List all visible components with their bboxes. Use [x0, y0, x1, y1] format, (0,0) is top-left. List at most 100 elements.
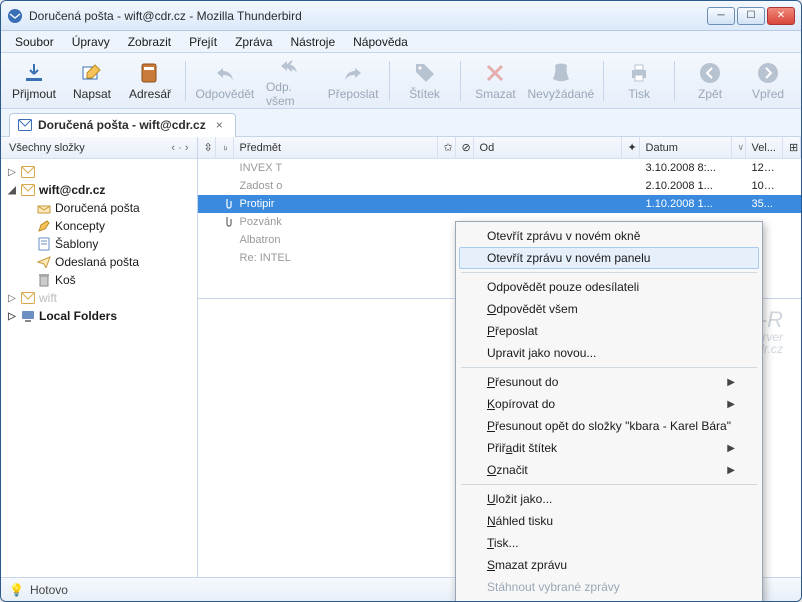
- menu-item[interactable]: Kopírovat do▶: [459, 393, 759, 415]
- toolbar-label: Smazat: [475, 87, 516, 101]
- menu-item[interactable]: Uložit jako...: [459, 488, 759, 510]
- attachment-icon: [216, 216, 234, 228]
- cell-c-subj: Re: INTEL: [234, 252, 438, 264]
- message-row[interactable]: INVEX T3.10.2008 8:...12KB: [198, 159, 801, 177]
- col-starred[interactable]: ✩: [438, 137, 456, 158]
- twisty-icon[interactable]: ▷: [7, 311, 17, 322]
- menu-item-label: Přesunout do: [487, 375, 558, 389]
- toolbar-pijmout[interactable]: Přijmout: [7, 57, 61, 105]
- message-row[interactable]: Protipir1.10.2008 1...35...: [198, 195, 801, 213]
- folder-tree: ▷ ◢ wift@cdr.cz Doručená poštaKonceptyŠablo…: [1, 159, 197, 577]
- folder-odeslan--po-ta[interactable]: Odeslaná pošta: [1, 253, 197, 271]
- menu-item[interactable]: Náhled tisku: [459, 510, 759, 532]
- cell-c-subj: Protipir: [234, 198, 438, 210]
- message-columns: ⇳ Předmět ✩ ⊘ Od ✦ Datum ∨ Vel... ⊞: [198, 137, 801, 159]
- folder-account[interactable]: ▷: [1, 163, 197, 181]
- toolbar-label: Přeposlat: [328, 87, 379, 101]
- col-picker[interactable]: ⊞: [783, 137, 801, 158]
- templates-icon: [37, 237, 51, 251]
- menu-přejít[interactable]: Přejít: [181, 33, 225, 51]
- toolbar-label: Zpět: [698, 87, 722, 101]
- twisty-icon[interactable]: ▷: [7, 293, 17, 304]
- inbox-icon: [37, 201, 51, 215]
- menu-nápověda[interactable]: Nápověda: [345, 33, 416, 51]
- col-sort[interactable]: ∨: [732, 137, 746, 158]
- menu-item-label: Tisk...: [487, 536, 519, 550]
- menu-item-label: Náhled tisku: [487, 514, 553, 528]
- menu-item[interactable]: Odpovědět pouze odesílateli: [459, 276, 759, 298]
- forward-nav-icon: [756, 61, 780, 85]
- folder--ablony[interactable]: Šablony: [1, 235, 197, 253]
- folder-label: wift@cdr.cz: [39, 183, 105, 197]
- folder-doru-en--po-ta[interactable]: Doručená pošta: [1, 199, 197, 217]
- menu-item-label: Uložit jako...: [487, 492, 552, 506]
- menu-úpravy[interactable]: Úpravy: [64, 33, 118, 51]
- menu-item[interactable]: Přesunout do▶: [459, 371, 759, 393]
- toolbar-separator: [674, 61, 675, 101]
- folder-local-folders[interactable]: ▷Local Folders: [1, 307, 197, 325]
- context-menu[interactable]: Otevřít zprávu v novém okně Otevřít zpráv…: [455, 221, 763, 602]
- twisty-icon[interactable]: ◢: [7, 185, 17, 196]
- twisty-icon[interactable]: ▷: [7, 167, 17, 178]
- trash-icon: [37, 273, 51, 287]
- bulb-icon: 💡: [9, 583, 24, 597]
- message-row[interactable]: Zadost o2.10.2008 1...10KB: [198, 177, 801, 195]
- col-subject[interactable]: Předmět: [234, 137, 438, 158]
- menu-item[interactable]: Označit▶: [459, 459, 759, 481]
- cell-c-subj: Albatron: [234, 234, 438, 246]
- close-button[interactable]: ✕: [767, 7, 795, 25]
- titlebar: Doručená pošta - wift@cdr.cz - Mozilla T…: [1, 1, 801, 31]
- menu-item-label: Přeposlat: [487, 324, 538, 338]
- menu-item[interactable]: Přesunout opět do složky "kbara - Karel …: [459, 415, 759, 437]
- menu-item[interactable]: Přeposlat: [459, 320, 759, 342]
- col-date[interactable]: Datum: [640, 137, 732, 158]
- menu-zobrazit[interactable]: Zobrazit: [120, 33, 179, 51]
- col-junk[interactable]: ⊘: [456, 137, 474, 158]
- drafts-icon: [37, 219, 51, 233]
- maximize-button[interactable]: ☐: [737, 7, 765, 25]
- menu-item[interactable]: Otevřít zprávu v novém okně: [459, 225, 759, 247]
- folder-pane-arrows[interactable]: ‹ · ›: [171, 142, 188, 154]
- toolbar-odpvem: Odp. všem: [260, 57, 322, 105]
- menu-soubor[interactable]: Soubor: [7, 33, 62, 51]
- menu-item[interactable]: Přiřadit štítek▶: [459, 437, 759, 459]
- minimize-button[interactable]: ─: [707, 7, 735, 25]
- toolbar-adres[interactable]: Adresář: [123, 57, 177, 105]
- folder-label: Koš: [55, 273, 76, 287]
- toolbar-label: Adresář: [129, 87, 171, 101]
- window-buttons: ─ ☐ ✕: [707, 7, 795, 25]
- menu-item[interactable]: Upravit jako novou...: [459, 342, 759, 364]
- menu-item[interactable]: Tisk...: [459, 532, 759, 554]
- toolbar-ttek: Štítek: [398, 57, 452, 105]
- col-size[interactable]: Vel...: [746, 137, 783, 158]
- menu-item[interactable]: Odpovědět všem: [459, 298, 759, 320]
- attachment-icon: [216, 198, 234, 210]
- menu-item: Stáhnout vybrané zprávy: [459, 576, 759, 598]
- folder-pane: Všechny složky ‹ · › ▷◢wift@cdr.czDoruče…: [1, 137, 198, 577]
- back-icon: [698, 61, 722, 85]
- menu-separator: [461, 272, 757, 273]
- folder-wift-cdr-cz[interactable]: ◢ wift@cdr.cz: [1, 181, 197, 199]
- menu-item-label: Otevřít zprávu v novém okně: [487, 229, 640, 243]
- folder-koncepty[interactable]: Koncepty: [1, 217, 197, 235]
- cell-c-size: 12KB: [746, 162, 782, 174]
- toolbar-label: Odp. všem: [266, 80, 316, 108]
- menu-zpráva[interactable]: Zpráva: [227, 33, 280, 51]
- submenu-arrow-icon: ▶: [727, 399, 735, 410]
- tab-close-icon[interactable]: ×: [212, 118, 227, 132]
- folder-ko-[interactable]: Koš: [1, 271, 197, 289]
- col-attachment[interactable]: [216, 137, 234, 158]
- toolbar-label: Vpřed: [752, 87, 784, 101]
- col-thread[interactable]: ⇳: [198, 137, 216, 158]
- compose-icon: [80, 61, 104, 85]
- menu-nástroje[interactable]: Nástroje: [282, 33, 343, 51]
- menu-item[interactable]: Otevřít zprávu v novém panelu: [459, 247, 759, 269]
- tab-inbox[interactable]: Doručená pošta - wift@cdr.cz ×: [9, 113, 236, 137]
- folder-wift[interactable]: ▷wift: [1, 289, 197, 307]
- mail-icon: [21, 183, 35, 197]
- col-flag[interactable]: ✦: [622, 137, 640, 158]
- col-from[interactable]: Od: [474, 137, 622, 158]
- tabbar: Doručená pošta - wift@cdr.cz ×: [1, 109, 801, 137]
- menu-item[interactable]: Smazat zprávu: [459, 554, 759, 576]
- toolbar-napsat[interactable]: Napsat: [65, 57, 119, 105]
